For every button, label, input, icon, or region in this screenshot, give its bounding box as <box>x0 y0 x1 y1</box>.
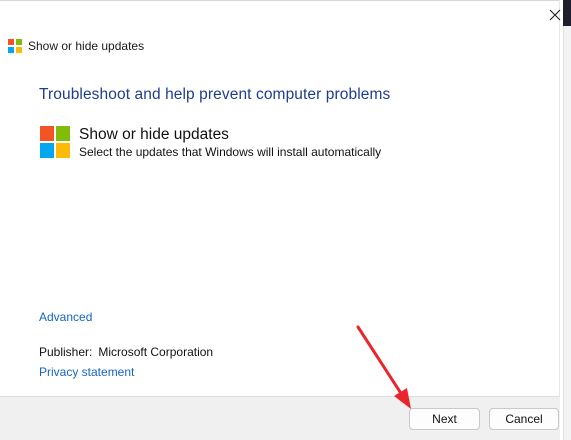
close-button[interactable] <box>540 2 570 28</box>
troubleshooter-name: Show or hide updates <box>79 126 229 143</box>
troubleshooter-description: Select the updates that Windows will ins… <box>79 145 382 159</box>
cancel-button[interactable]: Cancel <box>489 408 559 430</box>
window-title: Show or hide updates <box>28 39 145 53</box>
publisher-label: Publisher: <box>39 345 93 359</box>
background-window-strip <box>560 0 571 440</box>
dialog-footer: Next Cancel <box>0 396 560 440</box>
publisher-value: Microsoft Corporation <box>98 345 214 359</box>
privacy-statement-link[interactable]: Privacy statement <box>39 365 134 379</box>
windows-logo-large-icon <box>40 126 70 158</box>
window-top-edge <box>0 0 560 1</box>
publisher-info: Publisher: Microsoft Corporation <box>39 345 213 359</box>
page-heading: Troubleshoot and help prevent computer p… <box>39 86 391 103</box>
background-light-region <box>563 26 571 440</box>
close-icon <box>549 9 561 21</box>
windows-logo-icon <box>8 39 22 53</box>
troubleshooter-info: Show or hide updates Select the updates … <box>40 125 381 160</box>
advanced-link[interactable]: Advanced <box>39 310 92 324</box>
next-button[interactable]: Next <box>409 408 480 430</box>
window-title-bar: Show or hide updates <box>8 37 144 55</box>
